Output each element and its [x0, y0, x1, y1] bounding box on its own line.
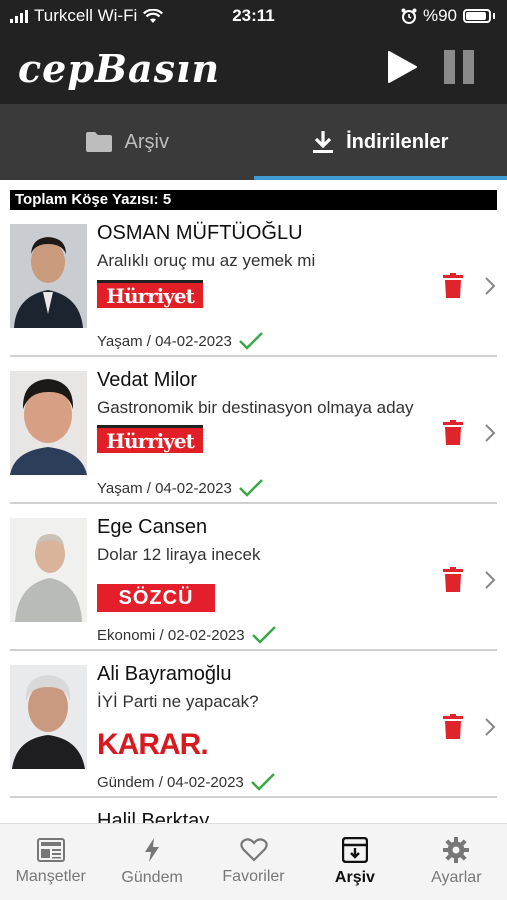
article-title: Dolar 12 liraya inecek	[97, 545, 261, 564]
article-title: Gastronomik bir destinasyon olmaya aday	[97, 398, 414, 417]
status-bar: Turkcell Wi-Fi 23:11 %90	[0, 0, 507, 32]
delete-button[interactable]	[443, 273, 463, 303]
pause-icon	[444, 50, 455, 84]
battery-icon	[463, 9, 491, 23]
tab-downloads[interactable]: İndirilenler	[253, 104, 507, 180]
lightning-icon	[145, 838, 160, 862]
check-icon	[238, 479, 263, 497]
play-button[interactable]	[386, 50, 418, 84]
top-tabs: Arşiv İndirilenler	[0, 104, 507, 180]
chevron-right-icon	[485, 277, 496, 295]
author-photo	[10, 371, 87, 475]
check-icon	[251, 626, 276, 644]
nav-archive-label: Arşiv	[334, 869, 375, 886]
article-meta: Gündem / 04-02-2023	[97, 772, 276, 792]
trash-icon	[443, 714, 463, 739]
chevron-right-icon	[485, 718, 496, 736]
tab-archive-label: Arşiv	[124, 130, 169, 153]
delete-button[interactable]	[443, 714, 463, 744]
delete-button[interactable]	[443, 567, 463, 597]
list-item[interactable]: Ali Bayramoğlu İYİ Parti ne yapacak? KAR…	[10, 651, 497, 798]
publisher-logo: KARAR.	[97, 728, 209, 761]
article-meta: Yaşam / 04-02-2023	[97, 478, 264, 498]
trash-icon	[443, 567, 463, 592]
nav-settings[interactable]: Ayarlar	[406, 824, 507, 900]
trash-icon	[443, 273, 463, 298]
nav-headlines[interactable]: Manşetler	[0, 824, 101, 900]
chevron-right-icon	[485, 571, 496, 589]
app-logo: cepBasın	[18, 46, 221, 91]
folder-icon	[85, 132, 112, 152]
tab-downloads-label: İndirilenler	[346, 130, 449, 153]
open-article-button[interactable]	[484, 571, 496, 594]
downloaded-list: Toplam Köşe Yazısı: 5 OSMAN MÜFTÜOĞLU Ar…	[0, 180, 507, 823]
author-name: OSMAN MÜFTÜOĞLU	[97, 222, 303, 244]
app-bar: cepBasın	[0, 32, 507, 104]
list-item[interactable]: Halil Berktay	[10, 798, 497, 823]
author-name: Halil Berktay	[97, 810, 210, 823]
list-item[interactable]: OSMAN MÜFTÜOĞLU Aralıklı oruç mu az yeme…	[10, 210, 497, 357]
list-item[interactable]: Ege Cansen Dolar 12 liraya inecek SÖZCÜ …	[10, 504, 497, 651]
battery-percent: %90	[422, 6, 457, 25]
trash-icon	[443, 420, 463, 445]
tab-archive[interactable]: Arşiv	[0, 104, 254, 180]
publisher-logo: SÖZCÜ	[97, 584, 215, 612]
play-icon	[388, 51, 417, 83]
download-icon	[313, 131, 334, 153]
open-article-button[interactable]	[484, 424, 496, 447]
author-name: Ali Bayramoğlu	[97, 663, 232, 685]
article-title: İYİ Parti ne yapacak?	[97, 692, 259, 711]
nav-settings-label: Ayarlar	[431, 869, 482, 886]
heart-icon	[239, 838, 268, 862]
nav-archive[interactable]: Arşiv	[304, 824, 405, 900]
delete-button[interactable]	[443, 420, 463, 450]
open-article-button[interactable]	[484, 718, 496, 741]
total-count-bar: Toplam Köşe Yazısı: 5	[10, 190, 497, 210]
newspaper-icon	[36, 838, 65, 862]
chevron-right-icon	[485, 424, 496, 442]
archive-icon	[341, 837, 368, 863]
publisher-logo: Hürriyet	[97, 280, 203, 308]
article-meta: Yaşam / 04-02-2023	[97, 331, 264, 351]
article-meta: Ekonomi / 02-02-2023	[97, 625, 277, 645]
author-photo	[10, 518, 87, 622]
article-title: Aralıklı oruç mu az yemek mi	[97, 251, 316, 270]
open-article-button[interactable]	[484, 277, 496, 300]
author-name: Ege Cansen	[97, 516, 208, 538]
check-icon	[238, 332, 263, 350]
author-name: Vedat Milor	[97, 369, 198, 391]
nav-favorites-label: Favoriler	[222, 868, 285, 885]
author-photo	[10, 224, 87, 328]
nav-headlines-label: Manşetler	[15, 868, 86, 885]
alarm-icon	[401, 8, 417, 24]
nav-agenda-label: Gündem	[121, 869, 183, 886]
bottom-nav: Manşetler Gündem Favoriler Arşiv Ayarlar	[0, 823, 507, 900]
publisher-logo: Hürriyet	[97, 425, 203, 453]
check-icon	[250, 773, 275, 791]
gear-icon	[443, 837, 470, 863]
nav-agenda[interactable]: Gündem	[101, 824, 202, 900]
pause-button[interactable]	[444, 50, 478, 84]
author-photo	[10, 665, 87, 769]
list-item[interactable]: Vedat Milor Gastronomik bir destinasyon …	[10, 357, 497, 504]
nav-favorites[interactable]: Favoriler	[203, 824, 304, 900]
